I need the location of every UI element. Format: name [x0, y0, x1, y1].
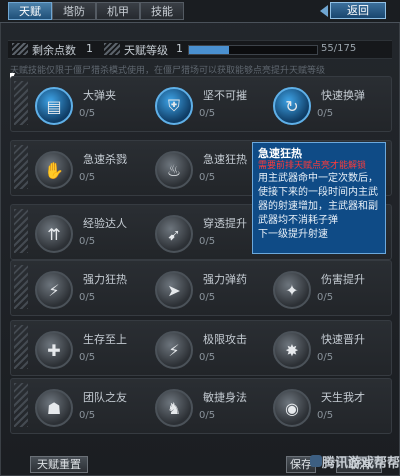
talent-name: 敏捷身法	[203, 391, 247, 404]
talent-count: 0/5	[199, 172, 216, 183]
tab-talent[interactable]: 天赋	[8, 2, 52, 20]
talent-count: 0/5	[199, 292, 216, 303]
back-button[interactable]: 返回	[330, 2, 386, 19]
level-value: 1	[176, 42, 183, 55]
talent-tooltip: 急速狂热 需要前排天赋点亮才能解锁 用主武器命中一定次数后，使接下来的一段时间内…	[252, 142, 386, 254]
shield-icon[interactable]: ⛨	[155, 87, 193, 125]
talent-card[interactable]: ➤ 强力弹药 0/5	[151, 265, 269, 311]
level-label: 天赋等级	[124, 44, 168, 57]
talent-name: 急速狂热	[203, 153, 247, 166]
talent-name: 快速晋升	[321, 333, 365, 346]
stripe-decoration	[14, 265, 28, 309]
stripe-decoration	[14, 383, 28, 427]
talent-count: 0/5	[79, 108, 96, 119]
tab-bar: 天赋 塔防 机甲 技能 返回	[0, 0, 400, 23]
talent-count: 0/5	[79, 172, 96, 183]
team-icon[interactable]: ☗	[35, 389, 73, 427]
talent-name: 生存至上	[83, 333, 127, 346]
talent-count: 0/5	[317, 410, 334, 421]
talent-count: 0/5	[79, 352, 96, 363]
talent-name: 极限攻击	[203, 333, 247, 346]
tab-tower-defense[interactable]: 塔防	[52, 2, 96, 20]
talent-name: 天生我才	[321, 391, 365, 404]
claw-icon[interactable]: ✋	[35, 151, 73, 189]
tooltip-description: 用主武器命中一定次数后，使接下来的一段时间内主武器的射速增加，主武器和副武器均不…	[258, 173, 378, 226]
talent-name: 穿透提升	[203, 217, 247, 230]
stripe-decoration	[104, 43, 120, 55]
magazine-icon[interactable]: ▤	[35, 87, 73, 125]
talent-count: 0/5	[317, 292, 334, 303]
strike-icon[interactable]: ⚡	[35, 271, 73, 309]
talent-card[interactable]: ⇈ 经验达人 0/5	[31, 209, 149, 255]
star-icon[interactable]: ✸	[273, 331, 311, 369]
talent-name: 经验达人	[83, 217, 127, 230]
tooltip-requirement: 需要前排天赋点亮才能解锁	[258, 161, 367, 171]
talent-name: 急速杀戮	[83, 153, 127, 166]
talent-card[interactable]: ◉ 天生我才 0/5	[269, 383, 387, 429]
pierce-icon[interactable]: ➹	[155, 215, 193, 253]
tab-mech[interactable]: 机甲	[96, 2, 140, 20]
up-arrow-icon[interactable]: ⇈	[35, 215, 73, 253]
talent-row: ▤ 大弹夹 0/5 ⛨ 坚不可摧 0/5 ↻ 快速换弹 0/5	[10, 76, 392, 132]
talent-name: 强力弹药	[203, 273, 247, 286]
bullet-icon[interactable]: ➤	[155, 271, 193, 309]
eye-icon[interactable]: ◉	[273, 389, 311, 427]
talent-name: 快速换弹	[321, 89, 365, 102]
gun-icon[interactable]: ✦	[273, 271, 311, 309]
talent-header: 剩余点数 1 天赋等级 1 55/175	[8, 40, 392, 59]
talent-row: ⚡ 强力狂热 0/5 ➤ 强力弹药 0/5 ✦ 伤害提升 0/5	[10, 260, 392, 316]
talent-count: 0/5	[317, 108, 334, 119]
talent-row: ☗ 团队之友 0/5 ♞ 敏捷身法 0/5 ◉ 天生我才 0/5	[10, 378, 392, 434]
stripe-decoration	[14, 81, 28, 125]
talent-name: 伤害提升	[321, 273, 365, 286]
talent-card[interactable]: ♞ 敏捷身法 0/5	[151, 383, 269, 429]
reload-icon[interactable]: ↻	[273, 87, 311, 125]
talent-card[interactable]: ⚡ 极限攻击 0/5	[151, 325, 269, 371]
stripe-decoration	[12, 43, 28, 55]
talent-name: 大弹夹	[83, 89, 116, 102]
talent-name: 坚不可摧	[203, 89, 247, 102]
talent-count: 0/5	[199, 108, 216, 119]
talent-count: 0/5	[79, 292, 96, 303]
points-label: 剩余点数	[32, 44, 76, 57]
talent-row: ✚ 生存至上 0/5 ⚡ 极限攻击 0/5 ✸ 快速晋升 0/5	[10, 320, 392, 376]
cross-icon[interactable]: ✚	[35, 331, 73, 369]
stripe-decoration	[14, 209, 28, 253]
stripe-decoration	[14, 325, 28, 369]
talent-name: 强力狂热	[83, 273, 127, 286]
talent-card[interactable]: ✸ 快速晋升 0/5	[269, 325, 387, 371]
level-progress-fill	[189, 46, 230, 54]
talent-card[interactable]: ✋ 急速杀戮 0/5	[31, 145, 149, 191]
watermark: 腾讯游戏帮帮	[322, 456, 400, 471]
strike-icon[interactable]: ⚡	[155, 331, 193, 369]
talent-card[interactable]: ⚡ 强力狂热 0/5	[31, 265, 149, 311]
talent-name: 团队之友	[83, 391, 127, 404]
talent-count: 0/5	[79, 410, 96, 421]
talent-card[interactable]: ↻ 快速换弹 0/5	[269, 81, 387, 127]
points-value: 1	[86, 42, 93, 55]
runner-icon[interactable]: ♞	[155, 389, 193, 427]
reset-talent-button[interactable]: 天赋重置	[30, 456, 88, 473]
talent-card[interactable]: ▤ 大弹夹 0/5	[31, 81, 149, 127]
level-progress-text: 55/175	[321, 43, 357, 54]
talent-card[interactable]: ⛨ 坚不可摧 0/5	[151, 81, 269, 127]
back-arrow-icon	[320, 5, 328, 17]
level-progress-bar	[188, 45, 318, 55]
notice-text: 天赋技能仅限于僵尸猎杀模式使用，在僵尸猎场可以获取能够点亮提升天赋等级	[10, 66, 326, 76]
talent-card[interactable]: ✚ 生存至上 0/5	[31, 325, 149, 371]
watermark-logo-icon	[310, 455, 322, 467]
tooltip-title: 急速狂热	[258, 147, 302, 160]
tab-skill[interactable]: 技能	[140, 2, 184, 20]
talent-count: 0/5	[79, 236, 96, 247]
talent-count: 0/5	[317, 352, 334, 363]
talent-card[interactable]: ☗ 团队之友 0/5	[31, 383, 149, 429]
talent-count: 0/5	[199, 352, 216, 363]
talent-card[interactable]: ✦ 伤害提升 0/5	[269, 265, 387, 311]
fire-icon[interactable]: ♨	[155, 151, 193, 189]
talent-count: 0/5	[199, 236, 216, 247]
talent-count: 0/5	[199, 410, 216, 421]
tooltip-next-level: 下一级提升射速	[258, 229, 328, 240]
stripe-decoration	[14, 145, 28, 189]
